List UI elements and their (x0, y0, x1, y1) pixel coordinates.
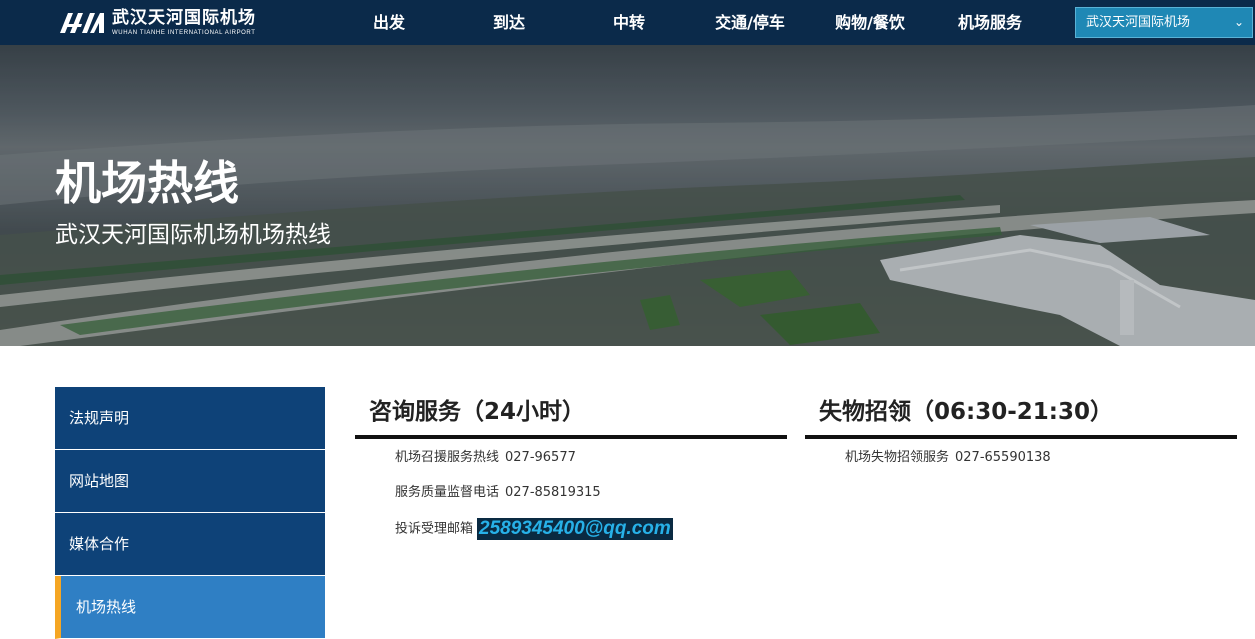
nav-transfer[interactable]: 中转 (598, 0, 660, 45)
consult-service-title: 咨询服务（24小时） (355, 395, 787, 439)
airport-select[interactable]: 武汉天河国际机场 ⌄ (1075, 7, 1253, 38)
hero-banner: 机场热线 武汉天河国际机场机场热线 (0, 45, 1255, 346)
sidebar: 法规声明 网站地图 媒体合作 机场热线 (55, 387, 325, 639)
airport-logo[interactable]: 武汉天河国际机场 WUHAN TIANHE INTERNATIONAL AIRP… (56, 8, 256, 38)
sidebar-item-airport-hotline[interactable]: 机场热线 (55, 576, 325, 639)
sidebar-item-legal-statement[interactable]: 法规声明 (55, 387, 325, 450)
rescue-hotline-label: 机场召援服务热线 (395, 450, 500, 465)
lost-found-title: 失物招领（06:30-21:30） (805, 395, 1237, 439)
airport-select-value: 武汉天河国际机场 (1086, 15, 1191, 30)
nav-departure[interactable]: 出发 (358, 0, 420, 45)
nav-transport-parking[interactable]: 交通/停车 (705, 0, 795, 45)
nav-arrival[interactable]: 到达 (478, 0, 540, 45)
complaint-email-value[interactable]: 2589345400@qq.com (477, 518, 673, 540)
lost-found-panel: 失物招领（06:30-21:30） 机场失物招领服务 027-65590138 (805, 395, 1237, 483)
list-item: 投诉受理邮箱 2589345400@qq.com (395, 518, 787, 553)
consult-service-panel: 咨询服务（24小时） 机场召援服务热线 027-96577 服务质量监督电话 027… (355, 395, 787, 553)
quality-hotline-label: 服务质量监督电话 (395, 485, 500, 500)
lost-found-list: 机场失物招领服务 027-65590138 (805, 439, 1237, 483)
banner-title: 机场热线 (55, 156, 239, 210)
lost-found-label: 机场失物招领服务 (845, 450, 950, 465)
banner-subtitle: 武汉天河国际机场机场热线 (55, 222, 331, 248)
logo-chinese-name: 武汉天河国际机场 (112, 8, 256, 28)
consult-service-list: 机场召援服务热线 027-96577 服务质量监督电话 027-85819315 投… (355, 439, 787, 553)
complaint-email-label: 投诉受理邮箱 (395, 521, 474, 537)
list-item: 机场召援服务热线 027-96577 (395, 448, 787, 483)
nav-airport-services[interactable]: 机场服务 (945, 0, 1035, 45)
list-item: 机场失物招领服务 027-65590138 (845, 448, 1237, 483)
sidebar-item-site-map[interactable]: 网站地图 (55, 450, 325, 513)
lost-found-value: 027-65590138 (955, 450, 1051, 465)
nav-shopping-dining[interactable]: 购物/餐饮 (825, 0, 915, 45)
logo-mark-icon (56, 11, 106, 35)
rescue-hotline-value: 027-96577 (505, 450, 576, 465)
list-item: 服务质量监督电话 027-85819315 (395, 483, 787, 518)
top-navigation-bar: 武汉天河国际机场 WUHAN TIANHE INTERNATIONAL AIRP… (0, 0, 1255, 45)
sidebar-item-media-cooperation[interactable]: 媒体合作 (55, 513, 325, 576)
logo-english-name: WUHAN TIANHE INTERNATIONAL AIRPORT (112, 30, 256, 36)
chevron-down-icon: ⌄ (1233, 15, 1244, 29)
quality-hotline-value: 027-85819315 (505, 485, 601, 500)
